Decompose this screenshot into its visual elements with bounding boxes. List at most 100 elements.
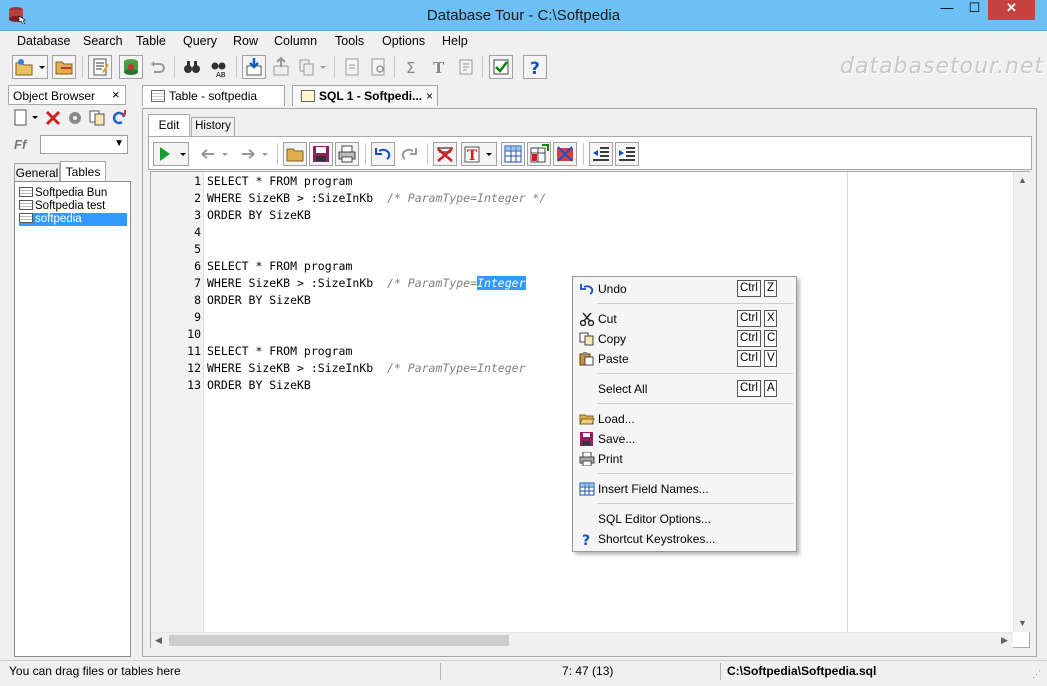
code-line: SELECT * FROM program (207, 174, 353, 188)
menu-help[interactable]: Help (442, 34, 468, 48)
checkbox-button[interactable] (489, 55, 513, 79)
maximize-button[interactable]: ☐ (961, 0, 988, 20)
disconnect-button[interactable] (146, 55, 170, 79)
list-item[interactable]: Softpedia Bun (19, 187, 127, 200)
copy-object-icon[interactable] (88, 109, 106, 127)
redo-button[interactable] (397, 142, 421, 166)
filter-select[interactable]: ▼ (40, 135, 128, 154)
copy-icon (579, 332, 594, 346)
text-button[interactable]: T (427, 55, 451, 79)
resize-grip-icon[interactable]: ⋰ (1032, 669, 1041, 680)
database-refresh-button[interactable] (119, 55, 143, 79)
tab-general[interactable]: General (14, 163, 60, 181)
save-sql-button[interactable] (309, 142, 333, 166)
menu-item-print[interactable]: Print (575, 449, 794, 469)
export-button[interactable] (269, 55, 293, 79)
list-item-selected[interactable]: softpedia (19, 213, 127, 226)
find-button[interactable] (180, 55, 204, 79)
scroll-down-icon[interactable]: ▼ (1018, 618, 1027, 628)
new-database-button[interactable] (12, 55, 48, 79)
clear-button[interactable] (433, 142, 457, 166)
menu-item-cut[interactable]: Cut Ctrl X (575, 309, 794, 329)
find-in-tables-button[interactable]: AB (207, 55, 231, 79)
menu-database[interactable]: Database (17, 34, 71, 48)
menu-item-copy[interactable]: Copy Ctrl C (575, 329, 794, 349)
menu-bar: Database Search Table Query Row Column T… (0, 31, 1047, 52)
forward-button[interactable] (237, 142, 273, 166)
right-margin-line (847, 172, 848, 632)
tab-sql-1[interactable]: SQL 1 - Softpedi... × (292, 85, 438, 106)
import-button[interactable] (242, 55, 266, 79)
menu-search[interactable]: Search (83, 34, 123, 48)
table-fields-button[interactable] (527, 142, 551, 166)
menu-item-load[interactable]: Load... (575, 409, 794, 429)
report-button[interactable] (340, 55, 364, 79)
horizontal-scroll-thumb[interactable] (169, 635, 509, 646)
tab-tables[interactable]: Tables (60, 161, 106, 181)
refresh-icon[interactable] (110, 109, 128, 127)
back-button[interactable] (197, 142, 233, 166)
outdent-button[interactable] (589, 142, 613, 166)
delete-icon[interactable] (44, 109, 62, 127)
menu-tools[interactable]: Tools (335, 34, 364, 48)
list-item-label: Softpedia Bun (35, 187, 108, 199)
code-line: ORDER BY SizeKB (207, 208, 311, 222)
object-browser-panel: Object Browser × Ff ▼ General Tables Sof… (8, 85, 136, 657)
sum-button[interactable]: Σ (400, 55, 424, 79)
new-object-icon[interactable] (12, 109, 40, 127)
menu-column[interactable]: Column (274, 34, 317, 48)
menu-item-label: Insert Field Names... (598, 482, 709, 496)
menu-row[interactable]: Row (233, 34, 258, 48)
print-sql-button[interactable] (335, 142, 359, 166)
print-preview-button[interactable] (366, 55, 390, 79)
table-icon (19, 200, 33, 210)
shortcut-key: Ctrl (737, 330, 761, 347)
code-line: WHERE SizeKB > :SizeInKb /* ParamType=In… (207, 276, 526, 290)
sql-editor-button[interactable] (88, 55, 112, 79)
menu-item-insert-field-names[interactable]: Insert Field Names... (575, 479, 794, 499)
floppy-icon (580, 432, 593, 446)
help-button[interactable]: ? (523, 55, 547, 79)
chevron-down-icon: ▼ (114, 138, 124, 149)
line-number: 11 (187, 344, 201, 358)
object-browser-close-button[interactable]: × (112, 87, 120, 102)
copy-data-button[interactable] (296, 55, 330, 79)
menu-item-sql-editor-options[interactable]: SQL Editor Options... (575, 509, 794, 529)
scroll-right-icon[interactable]: ▶ (1001, 635, 1008, 646)
filter-icon: Ff (14, 137, 27, 152)
memo-button[interactable] (454, 55, 478, 79)
list-item[interactable]: Softpedia test (19, 200, 127, 213)
scroll-left-icon[interactable]: ◀ (155, 635, 162, 646)
delete-table-button[interactable] (553, 142, 577, 166)
run-query-button[interactable] (153, 142, 189, 166)
menu-item-select-all[interactable]: Select All Ctrl A (575, 379, 794, 399)
minimize-button[interactable]: — (933, 0, 961, 20)
indent-button[interactable] (615, 142, 639, 166)
menu-table[interactable]: Table (136, 34, 166, 48)
horizontal-scrollbar[interactable]: ◀ ▶ (151, 632, 1013, 648)
shortcut-key: V (764, 350, 777, 367)
menu-item-undo[interactable]: Undo Ctrl Z (575, 279, 794, 299)
menu-item-shortcut-keystrokes[interactable]: ? Shortcut Keystrokes... (575, 529, 794, 549)
undo-button[interactable] (371, 142, 395, 166)
menu-item-paste[interactable]: Paste Ctrl V (575, 349, 794, 369)
vertical-scrollbar[interactable]: ▲ ▼ (1013, 172, 1030, 632)
tab-label: Table - softpedia (169, 89, 258, 103)
tab-table-softpedia[interactable]: Table - softpedia (142, 85, 285, 106)
menu-item-save[interactable]: Save... (575, 429, 794, 449)
tab-history[interactable]: History (191, 117, 235, 136)
insert-fields-icon (579, 482, 595, 496)
scroll-up-icon[interactable]: ▲ (1018, 175, 1027, 185)
insert-text-button[interactable]: T (461, 142, 497, 166)
menu-query[interactable]: Query (183, 34, 217, 48)
tab-edit[interactable]: Edit (148, 114, 190, 136)
properties-icon[interactable] (66, 109, 84, 127)
open-folder-button[interactable] (52, 55, 76, 79)
close-tab-button[interactable]: × (426, 89, 433, 103)
cursor-position: 7: 47 (13) (562, 664, 614, 678)
menu-options[interactable]: Options (382, 34, 425, 48)
insert-fields-button[interactable] (501, 142, 525, 166)
open-sql-button[interactable] (283, 142, 307, 166)
main-toolbar: AB Σ T ? (8, 53, 558, 83)
close-window-button[interactable]: ✕ (988, 0, 1035, 20)
